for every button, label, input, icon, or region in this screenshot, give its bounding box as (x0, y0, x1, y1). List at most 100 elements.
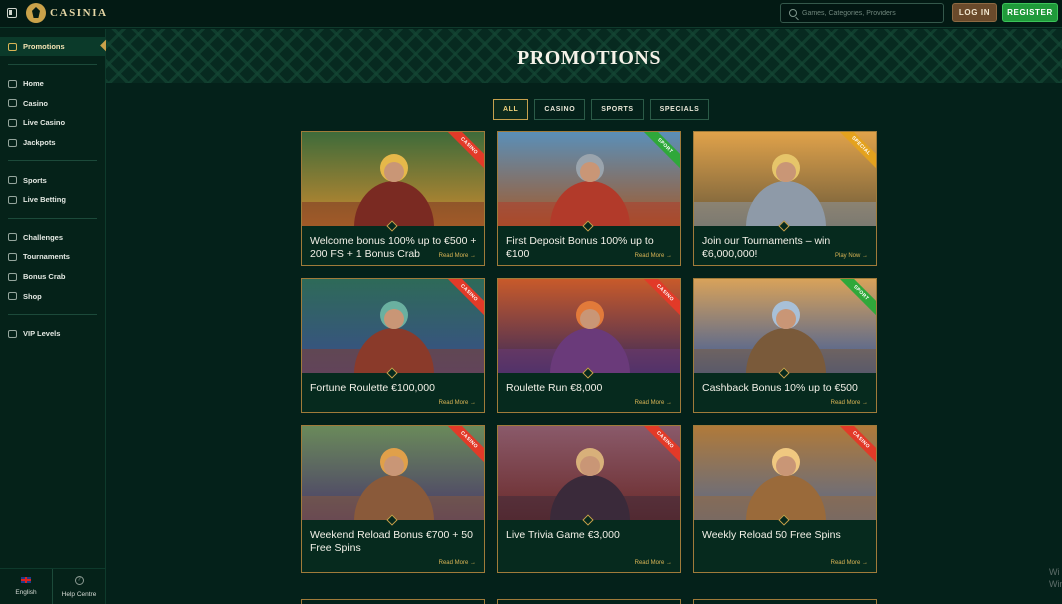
promo-artwork-image (498, 132, 680, 226)
sidebar-item-live-betting[interactable]: Live Betting (0, 190, 105, 210)
sidebar-item-promotions[interactable]: Promotions (0, 37, 105, 56)
crown-logo-icon (26, 3, 46, 23)
watermark-line: Win (1049, 579, 1062, 589)
sidebar-item-label: Home (23, 79, 44, 89)
sidebar-toggle-icon[interactable] (7, 8, 17, 18)
sidebar-item-label: Promotions (23, 42, 65, 51)
casinia-logo[interactable]: CASINIA (26, 3, 108, 23)
sidebar-item-vip-levels[interactable]: VIP Levels (0, 324, 105, 344)
page-title: PROMOTIONS (517, 47, 661, 69)
promo-artwork-image (302, 279, 484, 373)
sidebar-divider (8, 313, 97, 315)
promotions-grid: CASINO Welcome bonus 100% up to €500 + 20… (301, 131, 877, 573)
sidebar-item-home[interactable]: Home (0, 74, 105, 94)
sidebar-item-label: Jackpots (23, 138, 56, 148)
promo-artwork-image (694, 132, 876, 226)
uk-flag-icon (21, 577, 31, 583)
sidebar-item-label: Tournaments (23, 252, 70, 262)
sidebar-item-label: Bonus Crab (23, 272, 66, 282)
sidebar-item-sports[interactable]: Sports (0, 170, 105, 190)
promo-card[interactable]: CASINO Weekly Reload 50 Free Spins Read Mo… (693, 425, 877, 573)
vip-crown-icon (8, 329, 17, 338)
tab-specials[interactable]: SPECIALS (649, 99, 710, 120)
sidebar: Promotions Home Casino Live Casino Jackp… (0, 29, 106, 604)
help-icon: ? (74, 575, 84, 585)
login-button[interactable]: LOG IN (952, 3, 997, 22)
promo-artwork-image (498, 426, 680, 520)
promo-link[interactable]: Read More → (439, 400, 476, 406)
promo-card[interactable]: CASINO Fortune Roulette €100,000 Read More… (301, 278, 485, 413)
challenge-icon (8, 233, 17, 242)
sidebar-item-label: Live Casino (23, 118, 66, 128)
home-icon (8, 79, 17, 88)
promo-card[interactable]: CASINO Roulette Run €8,000 Read More → (497, 278, 681, 413)
sidebar-item-tournaments[interactable]: Tournaments (0, 247, 105, 267)
promo-card-partial (301, 599, 485, 604)
promo-artwork-image (498, 279, 680, 373)
promo-artwork-image (302, 426, 484, 520)
promo-link[interactable]: Read More → (635, 400, 672, 406)
sidebar-item-casino[interactable]: Casino (0, 94, 105, 114)
cards-icon (8, 118, 17, 127)
tab-sports[interactable]: SPORTS (591, 99, 644, 120)
sidebar-item-label: Sports (23, 175, 47, 185)
register-button[interactable]: REGISTER (1002, 3, 1058, 22)
promo-card-partial (693, 599, 877, 604)
promo-card[interactable]: CASINO Welcome bonus 100% up to €500 + 20… (301, 131, 485, 266)
promo-artwork-image (694, 279, 876, 373)
sidebar-item-live-casino[interactable]: Live Casino (0, 113, 105, 133)
search-input[interactable] (802, 9, 942, 17)
trophy-icon (8, 252, 17, 261)
sidebar-item-bonus-crab[interactable]: Bonus Crab (0, 267, 105, 287)
logo-text: CASINIA (50, 7, 108, 19)
sidebar-item-label: Shop (23, 291, 42, 301)
sidebar-item-shop[interactable]: Shop (0, 286, 105, 306)
help-label: Help Centre (61, 590, 97, 598)
sidebar-divider (8, 160, 97, 162)
promo-link[interactable]: Read More → (439, 253, 476, 259)
sidebar-item-challenges[interactable]: Challenges (0, 228, 105, 248)
windows-activation-watermark: Wi Win (1049, 566, 1062, 590)
promo-link[interactable]: Read More → (439, 560, 476, 566)
live-betting-icon (8, 195, 17, 204)
shop-bag-icon (8, 292, 17, 301)
search-box[interactable] (780, 3, 944, 23)
promo-card[interactable]: SPORT Cashback Bonus 10% up to €500 Read M… (693, 278, 877, 413)
search-icon (789, 9, 797, 17)
promo-link[interactable]: Read More → (635, 253, 672, 259)
promo-artwork-image (302, 132, 484, 226)
promotion-filter-tabs: ALL CASINO SPORTS SPECIALS (493, 99, 710, 120)
gift-icon (8, 42, 17, 51)
sidebar-item-label: Casino (23, 98, 49, 108)
promo-card[interactable]: CASINO Weekend Reload Bonus €700 + 50 Fre… (301, 425, 485, 573)
sidebar-item-label: Challenges (23, 232, 64, 242)
help-centre-link[interactable]: ? Help Centre (52, 569, 105, 604)
jackpot-icon (8, 138, 17, 147)
promo-title: Live Trivia Game €3,000 (506, 529, 620, 541)
slot-machine-icon (8, 99, 17, 108)
tab-all[interactable]: ALL (493, 99, 529, 120)
promo-card[interactable]: SPECIAL Join our Tournaments – win €6,000… (693, 131, 877, 266)
language-selector[interactable]: English (0, 569, 52, 604)
promo-link[interactable]: Read More → (831, 400, 868, 406)
watermark-line: Wi (1049, 567, 1060, 577)
promo-title: Weekend Reload Bonus €700 + 50 Free Spin… (310, 529, 473, 554)
promo-title: Fortune Roulette €100,000 (310, 382, 435, 394)
tab-casino[interactable]: CASINO (534, 99, 586, 120)
promo-title: Cashback Bonus 10% up to €500 (702, 382, 858, 394)
sidebar-item-jackpots[interactable]: Jackpots (0, 133, 105, 153)
sidebar-divider (8, 217, 97, 219)
sidebar-footer: English ? Help Centre (0, 568, 105, 604)
promo-card[interactable]: CASINO Live Trivia Game €3,000 Read More → (497, 425, 681, 573)
sidebar-item-label: VIP Levels (23, 329, 61, 339)
promo-card-partial (497, 599, 681, 604)
ball-icon (8, 176, 17, 185)
promo-link[interactable]: Play Now → (835, 253, 868, 259)
sidebar-divider (8, 64, 97, 65)
promo-card[interactable]: SPORT First Deposit Bonus 100% up to €100… (497, 131, 681, 266)
promo-link[interactable]: Read More → (831, 560, 868, 566)
promo-artwork-image (694, 426, 876, 520)
promo-title: Roulette Run €8,000 (506, 382, 603, 394)
promo-link[interactable]: Read More → (635, 560, 672, 566)
top-bar: CASINIA LOG IN REGISTER (0, 0, 1062, 28)
